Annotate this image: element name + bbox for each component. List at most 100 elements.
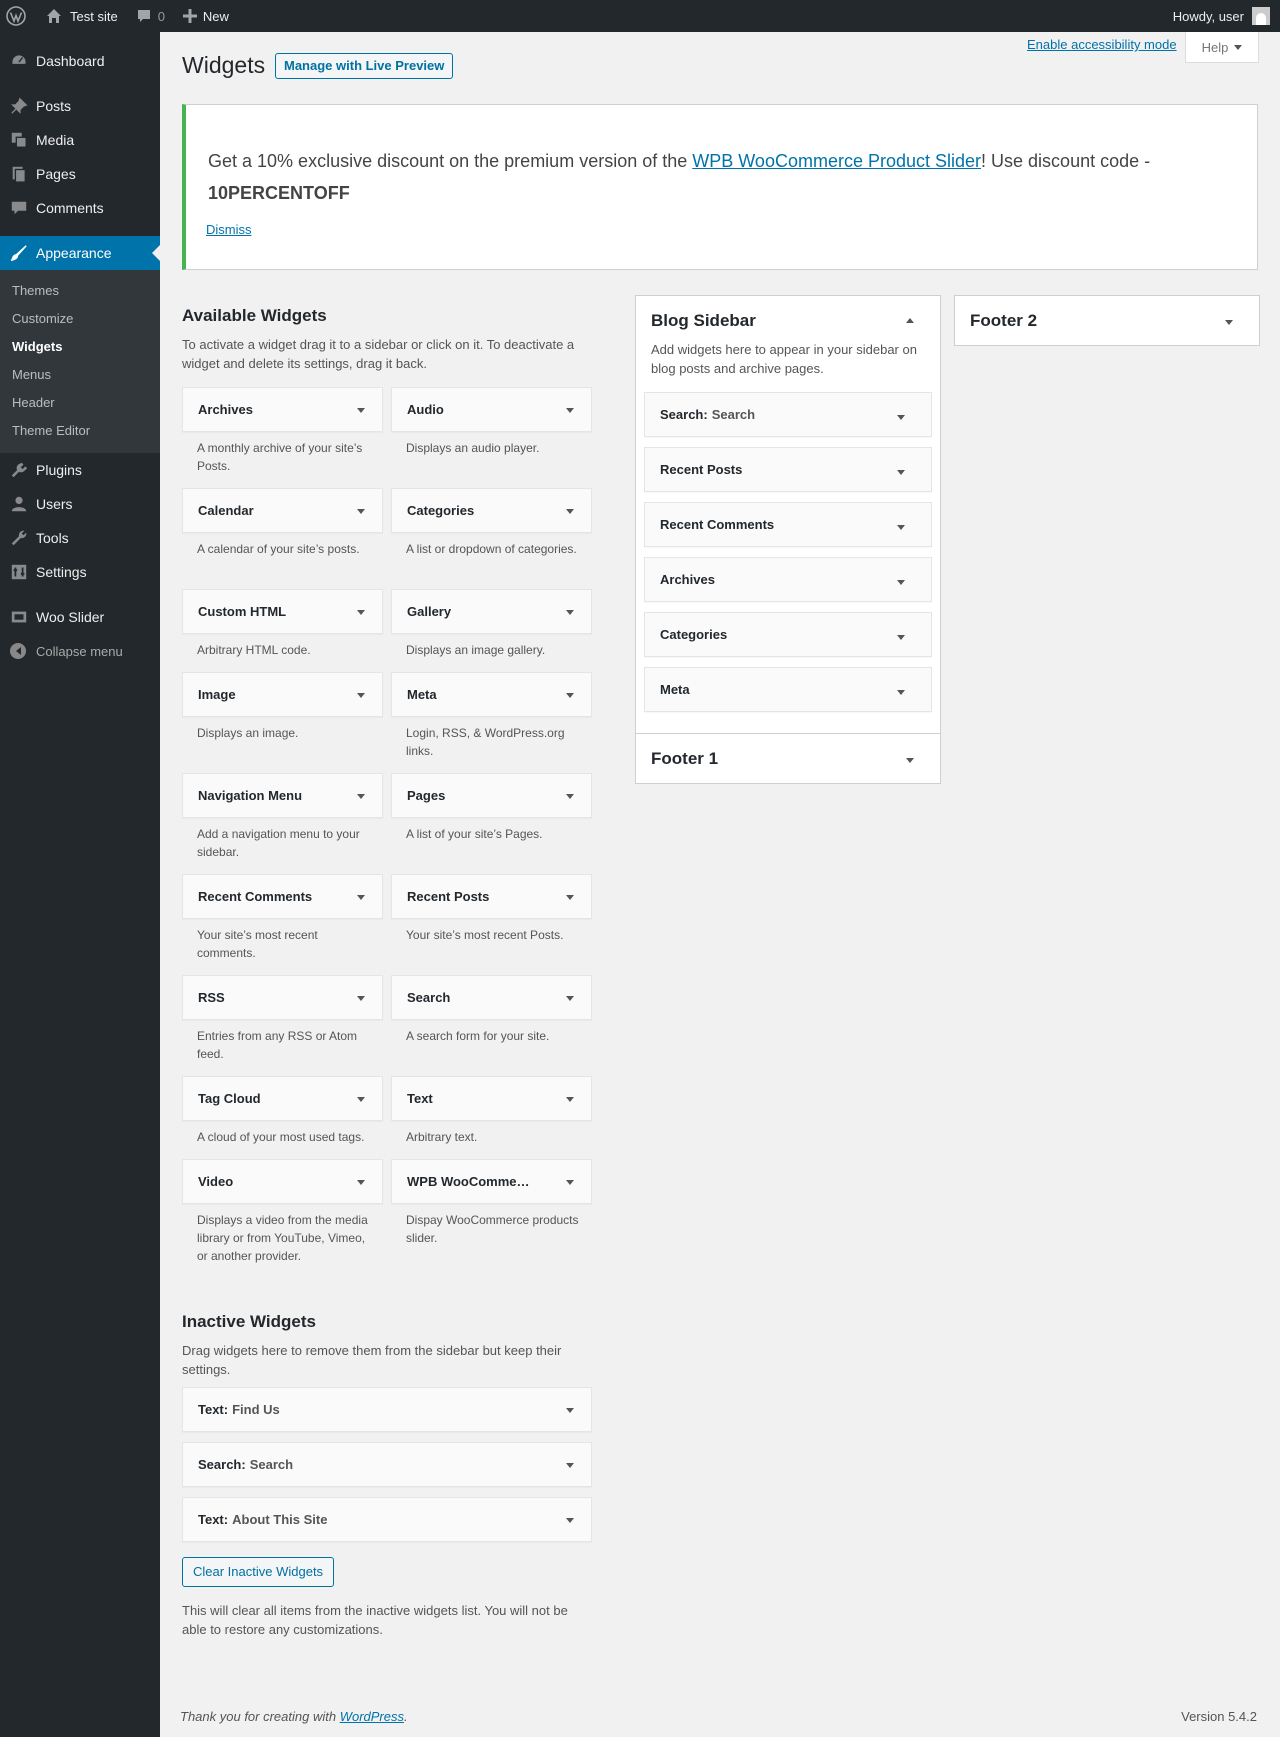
widget-description: A monthly archive of your site’s Posts. <box>197 441 363 473</box>
accessibility-mode-link[interactable]: Enable accessibility mode <box>1027 37 1177 52</box>
available-widget[interactable]: WPB WooComme… <box>391 1159 592 1204</box>
caret-down-icon[interactable] <box>897 470 905 475</box>
submenu-customize[interactable]: Customize <box>0 305 160 333</box>
account-menu[interactable]: Howdy, user <box>1166 0 1280 32</box>
available-widget[interactable]: Archives <box>182 387 383 432</box>
menu-users[interactable]: Users <box>0 487 160 521</box>
widget-instance-title: Search <box>249 1457 294 1472</box>
available-widget[interactable]: Pages <box>391 773 592 818</box>
discount-code: 10PERCENTOFF <box>208 183 350 203</box>
caret-down-icon[interactable] <box>566 996 574 1001</box>
caret-down-icon[interactable] <box>897 415 905 420</box>
caret-down-icon[interactable] <box>357 996 365 1001</box>
caret-down-icon[interactable] <box>897 525 905 530</box>
available-widget[interactable]: Categories <box>391 488 592 533</box>
wordpress-link[interactable]: WordPress <box>340 1709 404 1724</box>
available-widget[interactable]: Tag Cloud <box>182 1076 383 1121</box>
available-widget[interactable]: Video <box>182 1159 383 1204</box>
inactive-widget[interactable]: Text: Find Us <box>182 1387 592 1432</box>
menu-settings[interactable]: Settings <box>0 555 160 589</box>
available-widget[interactable]: RSS <box>182 975 383 1020</box>
caret-down-icon[interactable] <box>566 1180 574 1185</box>
collapse-menu-button[interactable]: Collapse menu <box>0 634 160 668</box>
caret-up-icon[interactable] <box>906 318 914 323</box>
available-widget[interactable]: Text <box>391 1076 592 1121</box>
submenu-theme-editor[interactable]: Theme Editor <box>0 417 160 445</box>
available-widget[interactable]: Recent Comments <box>182 874 383 919</box>
caret-down-icon[interactable] <box>357 408 365 413</box>
caret-down-icon[interactable] <box>897 690 905 695</box>
caret-down-icon[interactable] <box>566 1408 574 1413</box>
widget-title: Text <box>407 1091 433 1106</box>
caret-down-icon[interactable] <box>357 509 365 514</box>
caret-down-icon[interactable] <box>357 693 365 698</box>
available-widget[interactable]: Audio <box>391 387 592 432</box>
caret-down-icon[interactable] <box>906 758 914 763</box>
sidebar-widget[interactable]: Meta <box>644 667 932 712</box>
clear-inactive-widgets-button[interactable]: Clear Inactive Widgets <box>182 1557 335 1587</box>
sidebar-widget[interactable]: Recent Posts <box>644 447 932 492</box>
available-widget[interactable]: Calendar <box>182 488 383 533</box>
notice-product-link[interactable]: WPB WooCommerce Product Slider <box>692 151 981 171</box>
menu-comments[interactable]: Comments <box>0 191 160 225</box>
caret-down-icon[interactable] <box>897 580 905 585</box>
widget-title: Meta <box>660 682 690 697</box>
inactive-widget[interactable]: Text: About This Site <box>182 1497 592 1542</box>
available-widget[interactable]: Navigation Menu <box>182 773 383 818</box>
caret-down-icon[interactable] <box>566 509 574 514</box>
blog-sidebar-title[interactable]: Blog Sidebar <box>651 311 756 331</box>
comments-link[interactable]: 0 <box>129 0 172 32</box>
available-widget[interactable]: Custom HTML <box>182 589 383 634</box>
sidebar-widget[interactable]: Recent Comments <box>644 502 932 547</box>
menu-pages[interactable]: Pages <box>0 157 160 191</box>
wordpress-logo-icon[interactable] <box>0 0 33 32</box>
help-button[interactable]: Help <box>1185 32 1259 63</box>
caret-down-icon[interactable] <box>897 635 905 640</box>
submenu-widgets[interactable]: Widgets <box>0 333 160 361</box>
caret-down-icon[interactable] <box>357 1097 365 1102</box>
footer-2-area[interactable]: Footer 2 <box>954 295 1260 346</box>
menu-woo-slider[interactable]: Woo Slider <box>0 600 160 634</box>
caret-down-icon[interactable] <box>357 1180 365 1185</box>
footer-1-area[interactable]: Footer 1 <box>635 733 941 784</box>
caret-down-icon[interactable] <box>566 1518 574 1523</box>
available-widget[interactable]: Recent Posts <box>391 874 592 919</box>
caret-down-icon[interactable] <box>566 693 574 698</box>
inactive-widget[interactable]: Search: Search <box>182 1442 592 1487</box>
caret-down-icon[interactable] <box>566 610 574 615</box>
menu-appearance[interactable]: Appearance <box>0 236 160 270</box>
sidebar-widget[interactable]: Archives <box>644 557 932 602</box>
site-name-link[interactable]: Test site <box>39 0 125 32</box>
menu-label: Tools <box>36 530 69 546</box>
caret-down-icon[interactable] <box>1225 320 1233 325</box>
dismiss-link[interactable]: Dismiss <box>206 222 252 237</box>
sidebar-widget[interactable]: Search: Search <box>644 392 932 437</box>
menu-dashboard[interactable]: Dashboard <box>0 44 160 78</box>
available-widget[interactable]: Gallery <box>391 589 592 634</box>
menu-plugins[interactable]: Plugins <box>0 453 160 487</box>
submenu-menus[interactable]: Menus <box>0 361 160 389</box>
widget-description: Login, RSS, & WordPress.org links. <box>406 726 565 758</box>
manage-live-preview-button[interactable]: Manage with Live Preview <box>275 53 454 79</box>
new-content-link[interactable]: New <box>176 0 236 32</box>
caret-down-icon[interactable] <box>357 610 365 615</box>
available-widget[interactable]: Meta <box>391 672 592 717</box>
caret-down-icon[interactable] <box>566 408 574 413</box>
caret-down-icon[interactable] <box>357 895 365 900</box>
available-widget[interactable]: Search <box>391 975 592 1020</box>
sidebar-widget[interactable]: Categories <box>644 612 932 657</box>
caret-down-icon[interactable] <box>357 794 365 799</box>
site-name: Test site <box>70 8 118 24</box>
menu-media[interactable]: Media <box>0 123 160 157</box>
caret-down-icon[interactable] <box>566 794 574 799</box>
caret-down-icon[interactable] <box>566 895 574 900</box>
submenu-header[interactable]: Header <box>0 389 160 417</box>
submenu-themes[interactable]: Themes <box>0 277 160 305</box>
menu-tools[interactable]: Tools <box>0 521 160 555</box>
widget-title: Meta <box>407 687 437 702</box>
menu-posts[interactable]: Posts <box>0 89 160 123</box>
caret-down-icon[interactable] <box>566 1097 574 1102</box>
widget-title: RSS <box>198 990 225 1005</box>
available-widget[interactable]: Image <box>182 672 383 717</box>
caret-down-icon[interactable] <box>566 1463 574 1468</box>
